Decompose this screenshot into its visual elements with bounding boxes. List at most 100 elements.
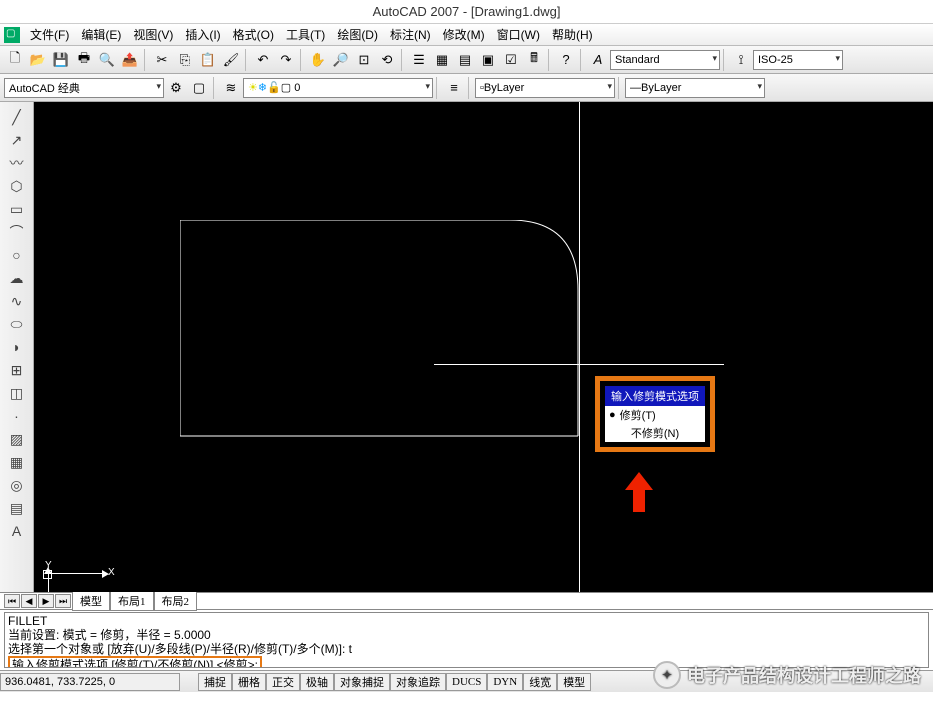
pline-icon[interactable]: 〰 xyxy=(4,152,30,174)
status-ortho[interactable]: 正交 xyxy=(266,673,300,691)
ellipse-arc-icon[interactable]: ◗ xyxy=(4,336,30,358)
paste-icon[interactable]: 📋 xyxy=(197,49,219,71)
popup-option-trim[interactable]: ●修剪(T) xyxy=(605,406,705,424)
status-lwt[interactable]: 线宽 xyxy=(523,673,557,691)
new-icon[interactable]: 🗋 xyxy=(4,49,26,71)
tab-model[interactable]: 模型 xyxy=(72,591,110,611)
tab-layout1[interactable]: 布局1 xyxy=(110,591,154,611)
menu-insert[interactable]: 插入(I) xyxy=(179,24,226,45)
point-icon[interactable]: · xyxy=(4,405,30,427)
status-snap[interactable]: 捕捉 xyxy=(198,673,232,691)
matchprop-icon[interactable]: 🖌 xyxy=(220,49,242,71)
line-icon[interactable]: ╱ xyxy=(4,106,30,128)
tool-palettes-icon[interactable]: ▤ xyxy=(454,49,476,71)
title-bar: AutoCAD 2007 - [Drawing1.dwg] xyxy=(0,0,933,24)
color-dropdown[interactable]: ▫ ByLayer xyxy=(475,78,615,98)
rectangle-icon[interactable]: ▭ xyxy=(4,198,30,220)
status-dyn[interactable]: DYN xyxy=(487,673,523,691)
menu-view[interactable]: 视图(V) xyxy=(127,24,179,45)
gradient-icon[interactable]: ▦ xyxy=(4,451,30,473)
layers-toolbar: AutoCAD 经典 ⚙ ▢ ≋ ☀❄🔓▢ 0 ≡ ▫ ByLayer — By… xyxy=(0,74,933,102)
menu-file[interactable]: 文件(F) xyxy=(24,24,75,45)
cmd-line-2: 当前设置: 模式 = 修剪，半径 = 5.0000 xyxy=(8,628,925,642)
cut-icon[interactable]: ✂ xyxy=(151,49,173,71)
region-icon[interactable]: ◎ xyxy=(4,474,30,496)
arc-icon[interactable]: ⌒ xyxy=(4,221,30,243)
menu-help[interactable]: 帮助(H) xyxy=(546,24,599,45)
circle-icon[interactable]: ○ xyxy=(4,244,30,266)
crosshair-vertical xyxy=(579,102,580,592)
zoom-realtime-icon[interactable]: 🔎 xyxy=(330,49,352,71)
tab-next-icon[interactable]: ▶ xyxy=(38,594,54,608)
coordinates-display: 936.0481, 733.7225, 0 xyxy=(0,673,180,691)
ellipse-icon[interactable]: ⬭ xyxy=(4,313,30,335)
status-model[interactable]: 模型 xyxy=(557,673,591,691)
sheet-set-icon[interactable]: ▣ xyxy=(477,49,499,71)
workspace-settings-icon[interactable]: ⚙ xyxy=(165,77,187,99)
status-grid[interactable]: 栅格 xyxy=(232,673,266,691)
annotation-arrow-up xyxy=(633,472,653,512)
open-icon[interactable]: 📂 xyxy=(27,49,49,71)
tab-prev-icon[interactable]: ◀ xyxy=(21,594,37,608)
markup-icon[interactable]: ☑ xyxy=(500,49,522,71)
status-polar[interactable]: 极轴 xyxy=(300,673,334,691)
dimstyle-icon[interactable]: ⟟ xyxy=(730,49,752,71)
make-block-icon[interactable]: ◫ xyxy=(4,382,30,404)
spline-icon[interactable]: ∿ xyxy=(4,290,30,312)
publish-icon[interactable]: 📤 xyxy=(119,49,141,71)
layer-prev-icon[interactable]: ≡ xyxy=(443,77,465,99)
revcloud-icon[interactable]: ☁ xyxy=(4,267,30,289)
menu-edit[interactable]: 编辑(E) xyxy=(75,24,127,45)
textstyle-icon[interactable]: A xyxy=(587,49,609,71)
print-icon[interactable]: 🖶 xyxy=(73,49,95,71)
menu-format[interactable]: 格式(O) xyxy=(227,24,280,45)
popup-title: 输入修剪模式选项 xyxy=(605,386,705,406)
table-icon[interactable]: ▤ xyxy=(4,497,30,519)
command-window[interactable]: FILLET 当前设置: 模式 = 修剪，半径 = 5.0000 选择第一个对象… xyxy=(4,612,929,668)
polygon-icon[interactable]: ⬡ xyxy=(4,175,30,197)
hatch-icon[interactable]: ▨ xyxy=(4,428,30,450)
drawing-canvas[interactable]: 输入修剪模式选项 ●修剪(T) 不修剪(N) Y X xyxy=(34,102,933,592)
popup-option-notrim[interactable]: 不修剪(N) xyxy=(605,424,705,442)
designcenter-icon[interactable]: ▦ xyxy=(431,49,453,71)
save-icon[interactable]: 💾 xyxy=(50,49,72,71)
main-area: ╱ ↗ 〰 ⬡ ▭ ⌒ ○ ☁ ∿ ⬭ ◗ ⊞ ◫ · ▨ ▦ ◎ ▤ A 输入… xyxy=(0,102,933,592)
status-osnap[interactable]: 对象捕捉 xyxy=(334,673,390,691)
lineweight-dropdown[interactable]: — ByLayer xyxy=(625,78,765,98)
cmd-line-prompt: 输入修剪模式选项 [修剪(T)/不修剪(N)] <修剪>: xyxy=(8,656,262,668)
copy-icon[interactable]: ⎘ xyxy=(174,49,196,71)
tab-first-icon[interactable]: ⏮ xyxy=(4,594,20,608)
menu-dimension[interactable]: 标注(N) xyxy=(384,24,437,45)
zoom-prev-icon[interactable]: ⟲ xyxy=(376,49,398,71)
calc-icon[interactable]: 🖩 xyxy=(523,49,545,71)
zoom-window-icon[interactable]: ⊡ xyxy=(353,49,375,71)
workspace-save-icon[interactable]: ▢ xyxy=(188,77,210,99)
redo-icon[interactable]: ↷ xyxy=(275,49,297,71)
properties-icon[interactable]: ☰ xyxy=(408,49,430,71)
help-icon[interactable]: ? xyxy=(555,49,577,71)
menu-tools[interactable]: 工具(T) xyxy=(280,24,331,45)
mtext-icon[interactable]: A xyxy=(4,520,30,542)
tab-last-icon[interactable]: ⏭ xyxy=(55,594,71,608)
trim-mode-popup: 输入修剪模式选项 ●修剪(T) 不修剪(N) xyxy=(595,376,715,452)
preview-icon[interactable]: 🔍 xyxy=(96,49,118,71)
layout-tabs: ⏮ ◀ ▶ ⏭ 模型 布局1 布局2 xyxy=(0,592,933,610)
menu-draw[interactable]: 绘图(D) xyxy=(331,24,384,45)
insert-block-icon[interactable]: ⊞ xyxy=(4,359,30,381)
workspace-dropdown[interactable]: AutoCAD 经典 xyxy=(4,78,164,98)
layer-dropdown[interactable]: ☀❄🔓▢ 0 xyxy=(243,78,433,98)
status-otrack[interactable]: 对象追踪 xyxy=(390,673,446,691)
menu-window[interactable]: 窗口(W) xyxy=(491,24,546,45)
status-ducs[interactable]: DUCS xyxy=(446,673,487,691)
undo-icon[interactable]: ↶ xyxy=(252,49,274,71)
title-text: AutoCAD 2007 - [Drawing1.dwg] xyxy=(373,4,561,19)
pan-icon[interactable]: ✋ xyxy=(307,49,329,71)
xline-icon[interactable]: ↗ xyxy=(4,129,30,151)
layers-icon[interactable]: ≋ xyxy=(220,77,242,99)
menu-modify[interactable]: 修改(M) xyxy=(437,24,491,45)
textstyle-dropdown[interactable]: Standard xyxy=(610,50,720,70)
standard-toolbar: 🗋 📂 💾 🖶 🔍 📤 ✂ ⎘ 📋 🖌 ↶ ↷ ✋ 🔎 ⊡ ⟲ ☰ ▦ ▤ ▣ … xyxy=(0,46,933,74)
app-icon xyxy=(4,27,20,43)
tab-layout2[interactable]: 布局2 xyxy=(154,591,198,611)
dimstyle-dropdown[interactable]: ISO-25 xyxy=(753,50,843,70)
